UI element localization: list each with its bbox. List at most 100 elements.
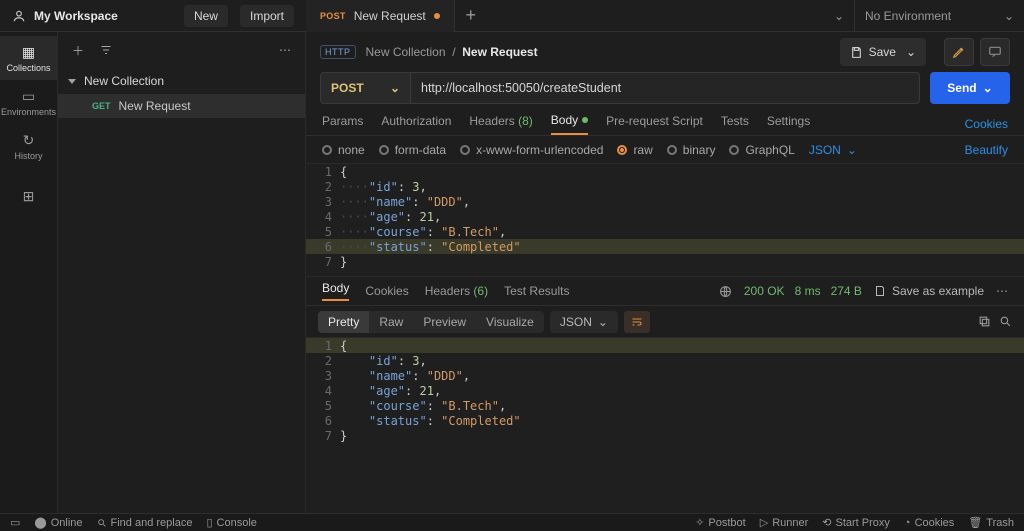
breadcrumb: New Collection / New Request bbox=[366, 45, 538, 59]
bodytype-urlencoded[interactable]: x-www-form-urlencoded bbox=[460, 143, 603, 157]
person-icon bbox=[12, 9, 26, 23]
edit-button[interactable] bbox=[944, 38, 974, 66]
save-as-example-button[interactable]: Save as example bbox=[874, 284, 984, 298]
search-icon bbox=[999, 315, 1012, 328]
headers-count: (8) bbox=[518, 114, 533, 128]
chevron-down-icon: ⌄ bbox=[847, 143, 857, 157]
workspace-selector[interactable]: My Workspace New Import bbox=[0, 5, 306, 27]
filter-icon bbox=[100, 44, 112, 56]
beautify-button[interactable]: Beautify bbox=[965, 143, 1008, 157]
request-tab[interactable]: POST New Request bbox=[306, 0, 455, 32]
send-button[interactable]: Send ⌄ bbox=[930, 72, 1010, 104]
history-icon: ↻ bbox=[23, 132, 35, 149]
method-value: POST bbox=[331, 81, 364, 95]
rail-more[interactable]: ⊞ bbox=[0, 174, 57, 218]
collection-name: New Collection bbox=[84, 74, 164, 88]
request-name: New Request bbox=[119, 99, 191, 113]
bodytype-graphql[interactable]: GraphQL bbox=[729, 143, 794, 157]
rail-collections[interactable]: ▦ Collections bbox=[0, 36, 57, 80]
sidebar: ＋ ⋯ New Collection GET New Request bbox=[58, 32, 306, 513]
status-online[interactable]: ⬤Online bbox=[34, 516, 82, 529]
status-cookies[interactable]: ◔ Cookies bbox=[904, 516, 954, 529]
resp-tab-headers[interactable]: Headers (6) bbox=[425, 284, 488, 298]
import-button[interactable]: Import bbox=[240, 5, 294, 27]
collection-item[interactable]: New Collection bbox=[58, 68, 305, 94]
method-dropdown[interactable]: POST ⌄ bbox=[320, 72, 410, 104]
request-tabstrip: POST New Request + bbox=[306, 0, 487, 32]
url-input[interactable] bbox=[410, 72, 920, 104]
response-more-button[interactable]: ⋯ bbox=[996, 284, 1008, 298]
bodytype-form-data[interactable]: form-data bbox=[379, 143, 446, 157]
environment-dropdown[interactable]: No Environment ⌄ bbox=[854, 0, 1024, 32]
radio-on-icon bbox=[617, 145, 627, 155]
main: HTTP New Collection / New Request Save ⌄… bbox=[306, 32, 1024, 513]
pencil-icon bbox=[952, 45, 966, 59]
rail-history[interactable]: ↻ History bbox=[0, 124, 57, 168]
bodytype-raw[interactable]: raw bbox=[617, 143, 652, 157]
http-badge-icon: HTTP bbox=[320, 45, 356, 59]
save-icon bbox=[874, 285, 886, 297]
resp-headers-count: (6) bbox=[473, 284, 488, 298]
status-postbot[interactable]: ✧ Postbot bbox=[695, 516, 746, 529]
chevron-down-icon: ⌄ bbox=[983, 81, 993, 95]
tab-body[interactable]: Body bbox=[551, 113, 588, 135]
save-label: Save bbox=[869, 45, 896, 59]
status-find-replace[interactable]: Find and replace bbox=[97, 517, 193, 529]
wrap-lines-button[interactable] bbox=[624, 311, 650, 333]
body-active-dot-icon bbox=[582, 117, 588, 123]
tab-tests[interactable]: Tests bbox=[721, 114, 749, 134]
response-tabbar: Body Cookies Headers (6) Test Results 20… bbox=[306, 276, 1024, 306]
request-body-editor[interactable]: 1{ 2····"id": 3, 3····"name": "DDD", 4··… bbox=[306, 164, 1024, 276]
breadcrumb-sep: / bbox=[449, 45, 462, 59]
response-language-dropdown[interactable]: JSON⌄ bbox=[550, 311, 618, 333]
resp-size: 274 B bbox=[831, 284, 862, 298]
view-visualize[interactable]: Visualize bbox=[476, 311, 544, 333]
comments-button[interactable] bbox=[980, 38, 1010, 66]
workspace-name: My Workspace bbox=[34, 9, 118, 23]
resp-tab-cookies[interactable]: Cookies bbox=[365, 284, 408, 298]
view-pretty[interactable]: Pretty bbox=[318, 311, 369, 333]
breadcrumb-collection[interactable]: New Collection bbox=[366, 45, 446, 59]
chevron-down-icon: ⌄ bbox=[906, 45, 916, 59]
environment-label: No Environment bbox=[865, 9, 951, 23]
unsaved-dot-icon bbox=[434, 13, 440, 19]
status-runner[interactable]: ▷ Runner bbox=[760, 516, 809, 529]
cookies-link[interactable]: Cookies bbox=[965, 117, 1008, 131]
response-body-editor[interactable]: 1{ 2 "id": 3, 3 "name": "DDD", 4 "age": … bbox=[306, 338, 1024, 513]
search-response-button[interactable] bbox=[999, 315, 1012, 328]
tab-title: New Request bbox=[354, 9, 426, 23]
resp-tab-body[interactable]: Body bbox=[322, 281, 349, 301]
tab-overflow-dropdown[interactable]: ⌄ bbox=[824, 9, 854, 23]
grid-icon: ⊞ bbox=[23, 188, 35, 205]
statusbar: ▭ ⬤Online Find and replace ▯ Console ✧ P… bbox=[0, 513, 1024, 531]
add-collection-button[interactable]: ＋ bbox=[66, 38, 90, 62]
save-button[interactable]: Save ⌄ bbox=[840, 38, 926, 66]
tab-settings[interactable]: Settings bbox=[767, 114, 810, 134]
rail-environments[interactable]: ▭ Environments bbox=[0, 80, 57, 124]
rail-label: Environments bbox=[1, 107, 56, 117]
tab-method: POST bbox=[320, 11, 346, 21]
resp-tab-tests[interactable]: Test Results bbox=[504, 284, 569, 298]
status-start-proxy[interactable]: ⟲ Start Proxy bbox=[822, 516, 890, 529]
view-preview[interactable]: Preview bbox=[413, 311, 476, 333]
status-toggle-pane[interactable]: ▭ bbox=[10, 516, 20, 529]
new-tab-button[interactable]: + bbox=[455, 5, 487, 26]
body-language-dropdown[interactable]: JSON⌄ bbox=[809, 143, 857, 157]
status-trash[interactable]: 🗑 Trash bbox=[968, 516, 1014, 529]
new-button[interactable]: New bbox=[184, 5, 228, 27]
environment-area: ⌄ No Environment ⌄ bbox=[824, 0, 1024, 32]
bodytype-none[interactable]: none bbox=[322, 143, 365, 157]
left-rail: ▦ Collections ▭ Environments ↻ History ⊞ bbox=[0, 32, 58, 513]
filter-button[interactable] bbox=[94, 38, 118, 62]
tab-authorization[interactable]: Authorization bbox=[381, 114, 451, 134]
tab-headers[interactable]: Headers (8) bbox=[469, 114, 532, 134]
sidebar-more-button[interactable]: ⋯ bbox=[273, 38, 297, 62]
wrap-icon bbox=[631, 316, 643, 328]
sidebar-request-item[interactable]: GET New Request bbox=[58, 94, 305, 118]
status-console[interactable]: ▯ Console bbox=[206, 516, 256, 529]
tab-params[interactable]: Params bbox=[322, 114, 363, 134]
view-raw[interactable]: Raw bbox=[369, 311, 413, 333]
tab-prerequest[interactable]: Pre-request Script bbox=[606, 114, 703, 134]
copy-response-button[interactable] bbox=[978, 315, 991, 328]
bodytype-binary[interactable]: binary bbox=[667, 143, 716, 157]
